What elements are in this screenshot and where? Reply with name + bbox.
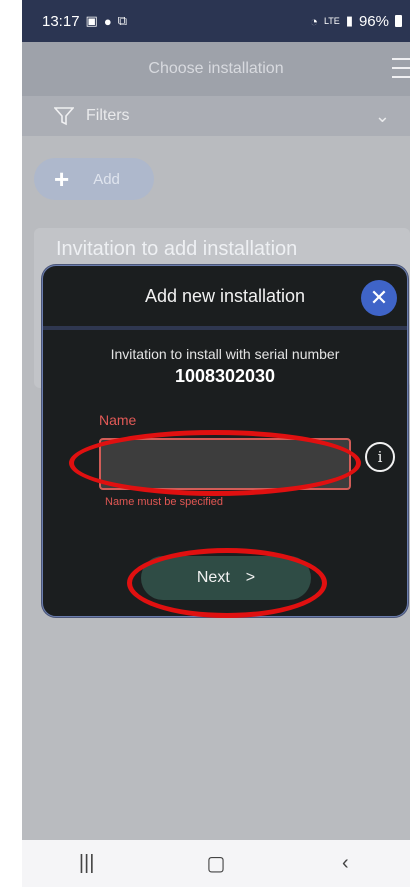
- battery-level: 96%: [358, 12, 389, 30]
- filter-icon: [54, 107, 74, 126]
- recent-apps-icon[interactable]: |||: [57, 852, 117, 875]
- dialog-title: Add new installation: [144, 285, 306, 306]
- signal-icon: ▮: [345, 13, 353, 28]
- wifi-icon: ◔: [310, 13, 318, 29]
- image-icon: ▣: [85, 13, 98, 28]
- screen-icon: ⧉: [117, 13, 127, 28]
- status-time: 13:17: [42, 12, 80, 30]
- plus-icon: +: [54, 164, 70, 194]
- battery-icon: [395, 15, 402, 27]
- filters-bar[interactable]: Filters ⌄: [22, 96, 410, 136]
- add-installation-dialog: Add new installation ✕ Invitation to ins…: [42, 265, 408, 618]
- invitation-text: Invitation to install with serial number: [110, 346, 340, 362]
- home-icon[interactable]: ▢: [186, 851, 246, 876]
- page-title: Choose installation: [148, 60, 284, 77]
- name-label: Name: [99, 412, 137, 428]
- chevron-down-icon[interactable]: ⌄: [375, 106, 390, 127]
- add-button[interactable]: + Add: [34, 158, 154, 200]
- app-header: Choose installation: [22, 42, 410, 96]
- close-button[interactable]: ✕: [361, 280, 397, 316]
- filters-label: Filters: [86, 107, 130, 124]
- info-icon[interactable]: i: [365, 442, 395, 472]
- back-icon[interactable]: ‹: [315, 852, 375, 875]
- app-frame: 13:17 ▣ ● ⧉ ◔ LTE ▮ 96% Choose installat…: [22, 0, 410, 887]
- serial-number: 1008302030: [174, 366, 276, 386]
- close-icon: ✕: [369, 285, 389, 310]
- name-error-message: Name must be specified: [105, 496, 223, 508]
- dialog-header: Add new installation: [43, 266, 407, 330]
- add-label: Add: [93, 170, 120, 188]
- volte-icon: LTE: [323, 16, 340, 26]
- status-bar: 13:17 ▣ ● ⧉ ◔ LTE ▮ 96%: [22, 0, 410, 42]
- chat-icon: ●: [103, 13, 112, 29]
- system-nav-bar: ||| ▢ ‹: [22, 840, 410, 887]
- annotation-circle-name: [69, 430, 361, 496]
- menu-icon[interactable]: [392, 58, 410, 78]
- annotation-circle-next: [127, 548, 327, 618]
- invitation-card-title: Invitation to add installation: [56, 238, 298, 260]
